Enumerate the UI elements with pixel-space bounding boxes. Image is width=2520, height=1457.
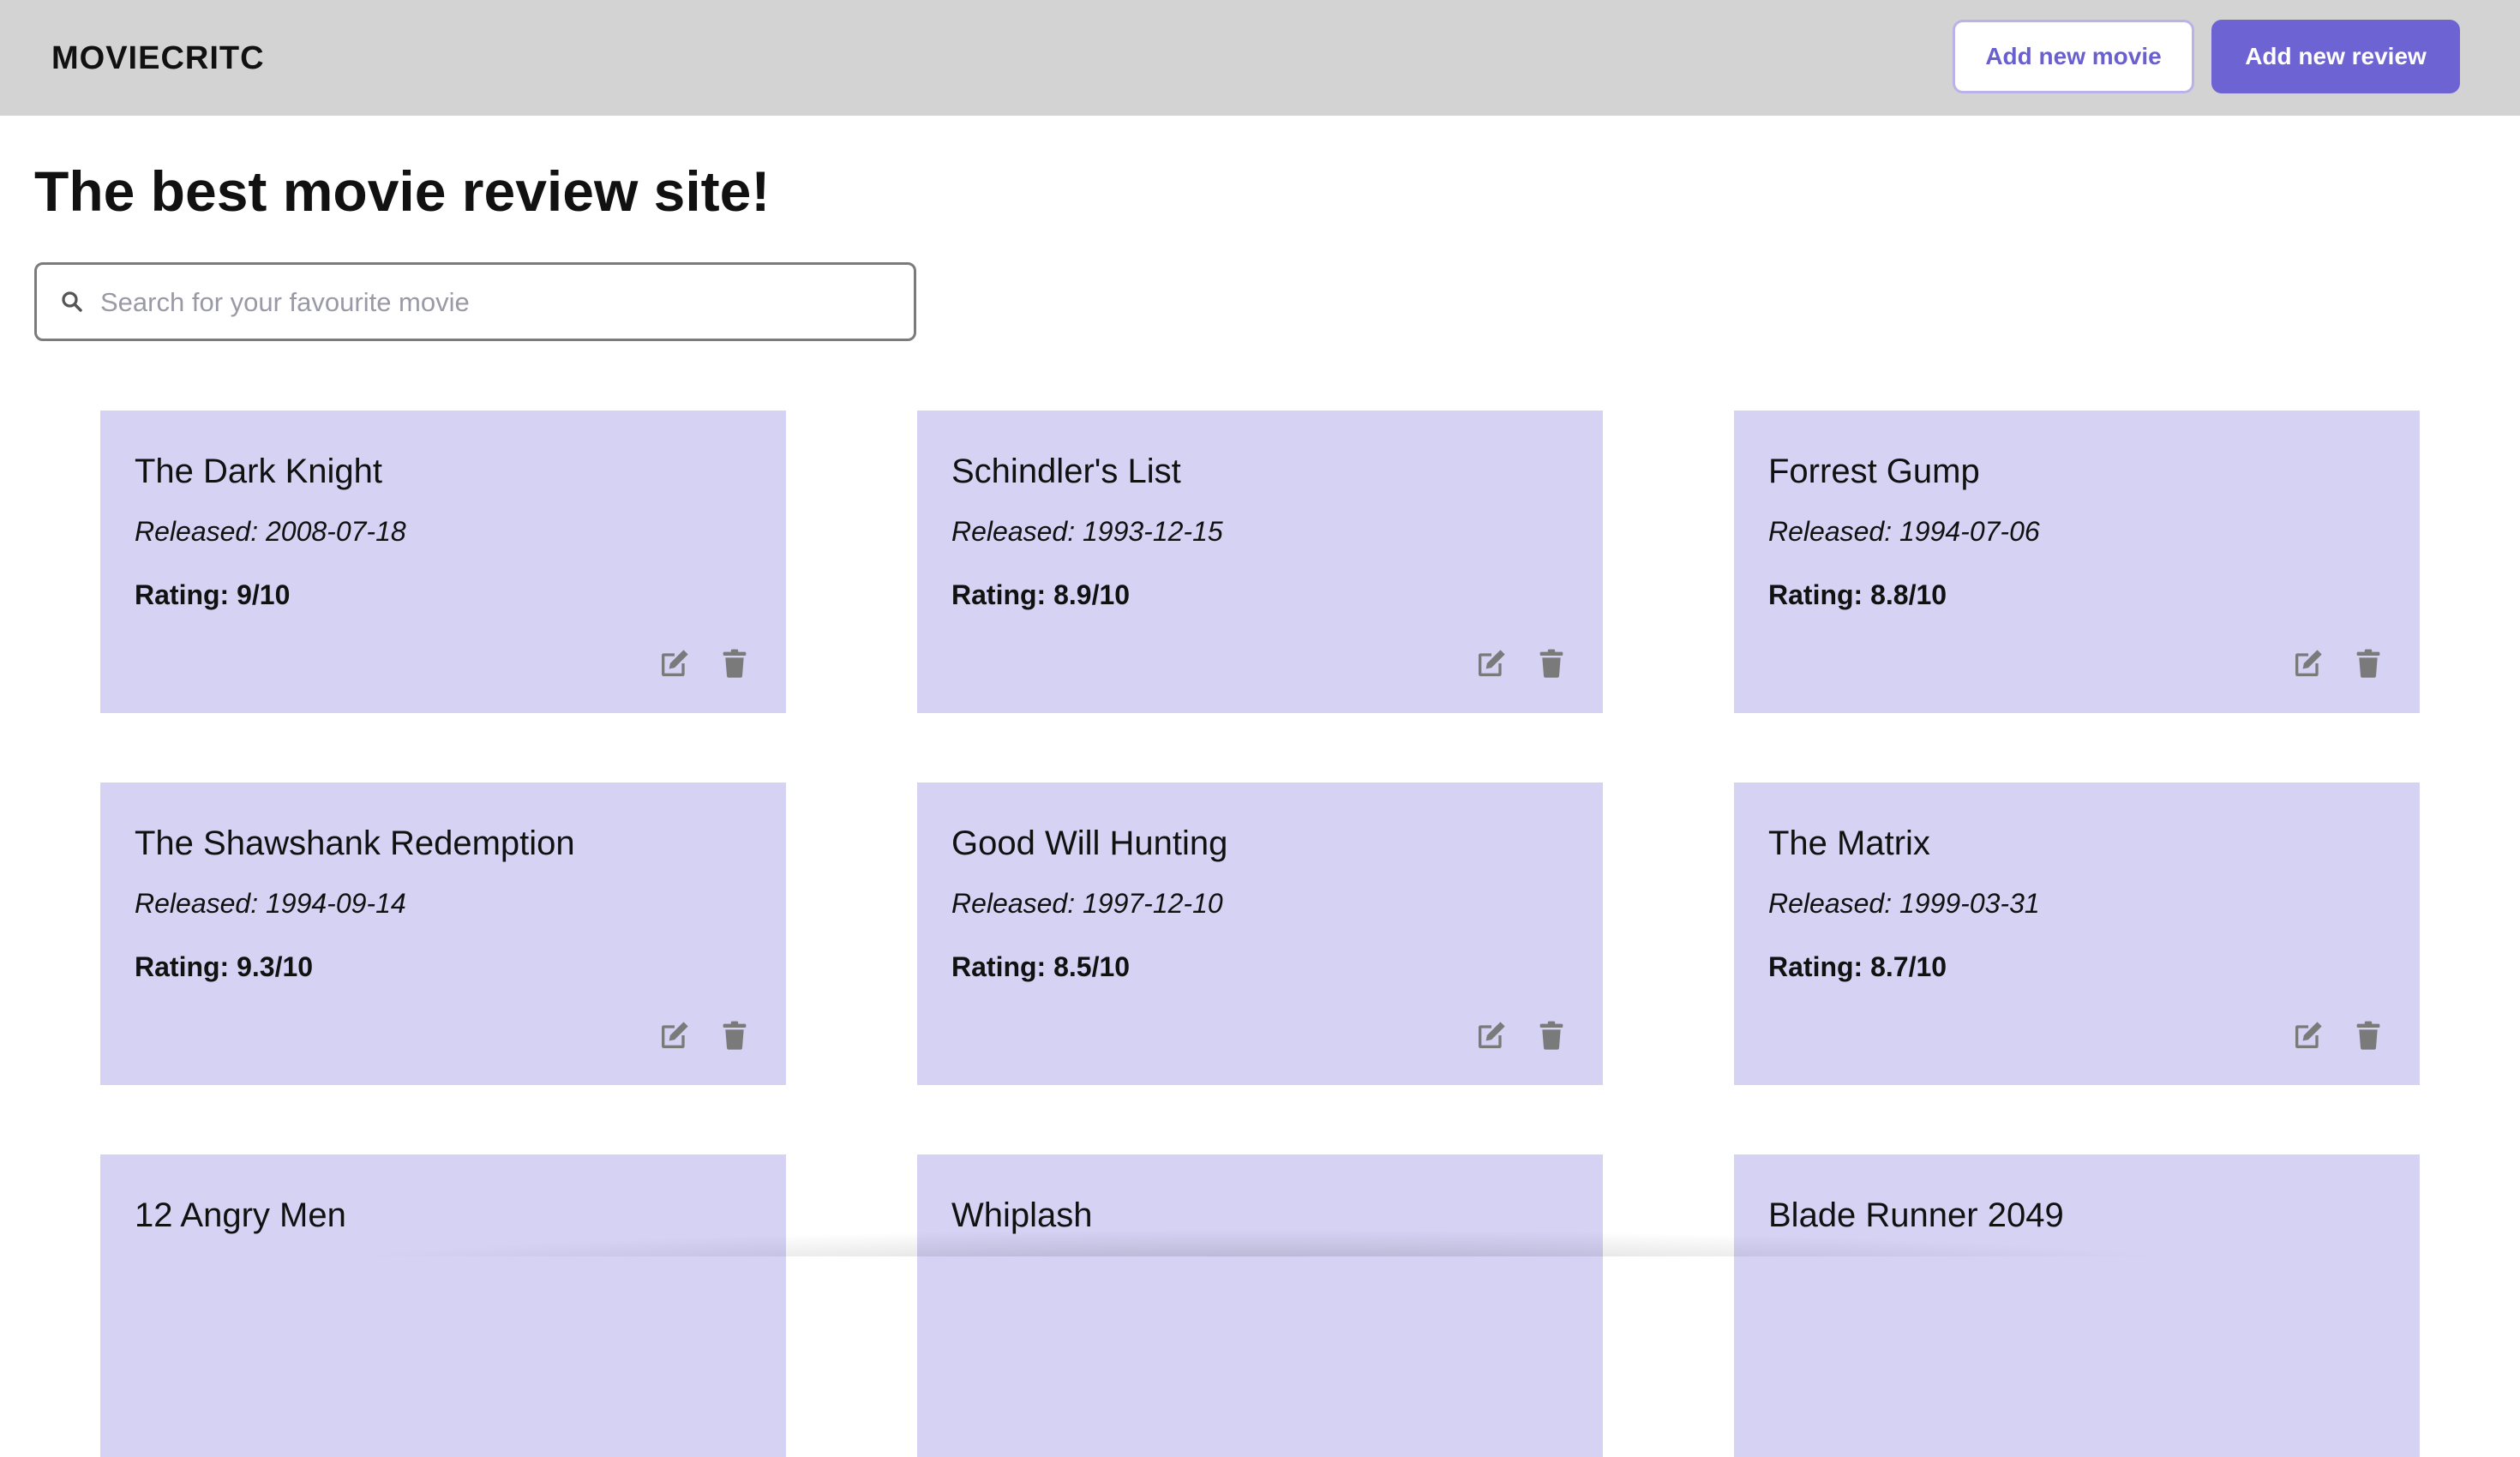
edit-icon[interactable]: [657, 1018, 692, 1052]
edit-icon[interactable]: [2291, 646, 2325, 681]
search-input[interactable]: [99, 277, 899, 328]
movie-title: Forrest Gump: [1768, 453, 1980, 490]
movie-card[interactable]: The Dark Knight Released: 2008-07-18 Rat…: [100, 411, 786, 713]
add-new-review-button[interactable]: Add new review: [2211, 20, 2460, 93]
movie-rating: Rating: 8.8/10: [1768, 579, 1947, 610]
movie-rating: Rating: 8.9/10: [951, 579, 1131, 610]
trash-icon[interactable]: [717, 646, 752, 681]
movie-rating: Rating: 8.5/10: [951, 951, 1131, 982]
edit-icon[interactable]: [1474, 646, 1509, 681]
trash-icon[interactable]: [1534, 646, 1569, 681]
card-actions: [2291, 646, 2385, 681]
movie-card[interactable]: Forrest Gump Released: 1994-07-06 Rating…: [1734, 411, 2420, 713]
movie-rating: Rating: 8.7/10: [1768, 951, 1947, 982]
movie-title: The Dark Knight: [135, 453, 383, 490]
movie-title: Good Will Hunting: [951, 824, 1228, 862]
page-title: The best movie review site!: [34, 159, 771, 223]
edit-icon[interactable]: [1474, 1018, 1509, 1052]
movie-card-grid: The Dark Knight Released: 2008-07-18 Rat…: [100, 411, 2420, 1457]
trash-icon[interactable]: [2351, 646, 2385, 681]
trash-icon[interactable]: [1534, 1018, 1569, 1052]
movie-release-date: Released: 1994-07-06: [1768, 516, 2040, 547]
search-icon: [62, 291, 82, 312]
add-new-movie-button[interactable]: Add new movie: [1953, 20, 2194, 93]
movie-card[interactable]: Good Will Hunting Released: 1997-12-10 R…: [917, 782, 1603, 1085]
movie-release-date: Released: 2008-07-18: [135, 516, 406, 547]
movie-rating: Rating: 9/10: [135, 579, 291, 610]
movie-card[interactable]: Schindler's List Released: 1993-12-15 Ra…: [917, 411, 1603, 713]
movie-release-date: Released: 1997-12-10: [951, 888, 1223, 919]
card-actions: [657, 1018, 752, 1052]
movie-card[interactable]: The Shawshank Redemption Released: 1994-…: [100, 782, 786, 1085]
card-actions: [2291, 1018, 2385, 1052]
trash-icon[interactable]: [2351, 1018, 2385, 1052]
movie-title: The Shawshank Redemption: [135, 824, 575, 862]
card-actions: [657, 646, 752, 681]
movie-title: 12 Angry Men: [135, 1196, 346, 1234]
edit-icon[interactable]: [657, 646, 692, 681]
movie-card[interactable]: The Matrix Released: 1999-03-31 Rating: …: [1734, 782, 2420, 1085]
search-box[interactable]: [34, 262, 916, 341]
movie-title: Whiplash: [951, 1196, 1093, 1234]
movie-title: Blade Runner 2049: [1768, 1196, 2064, 1234]
edit-icon[interactable]: [2291, 1018, 2325, 1052]
card-actions: [1474, 646, 1569, 681]
movie-rating: Rating: 9.3/10: [135, 951, 314, 982]
movie-card[interactable]: 12 Angry Men: [100, 1154, 786, 1457]
movie-title: Schindler's List: [951, 453, 1181, 490]
movie-release-date: Released: 1999-03-31: [1768, 888, 2040, 919]
top-navbar: MOVIECRITC Add new movie Add new review: [0, 0, 2520, 116]
movie-card[interactable]: Blade Runner 2049: [1734, 1154, 2420, 1457]
movie-card[interactable]: Whiplash: [917, 1154, 1603, 1457]
brand-logo-text[interactable]: MOVIECRITC: [51, 38, 265, 79]
trash-icon[interactable]: [717, 1018, 752, 1052]
movie-release-date: Released: 1993-12-15: [951, 516, 1223, 547]
card-actions: [1474, 1018, 1569, 1052]
movie-release-date: Released: 1994-09-14: [135, 888, 406, 919]
movie-title: The Matrix: [1768, 824, 1930, 862]
